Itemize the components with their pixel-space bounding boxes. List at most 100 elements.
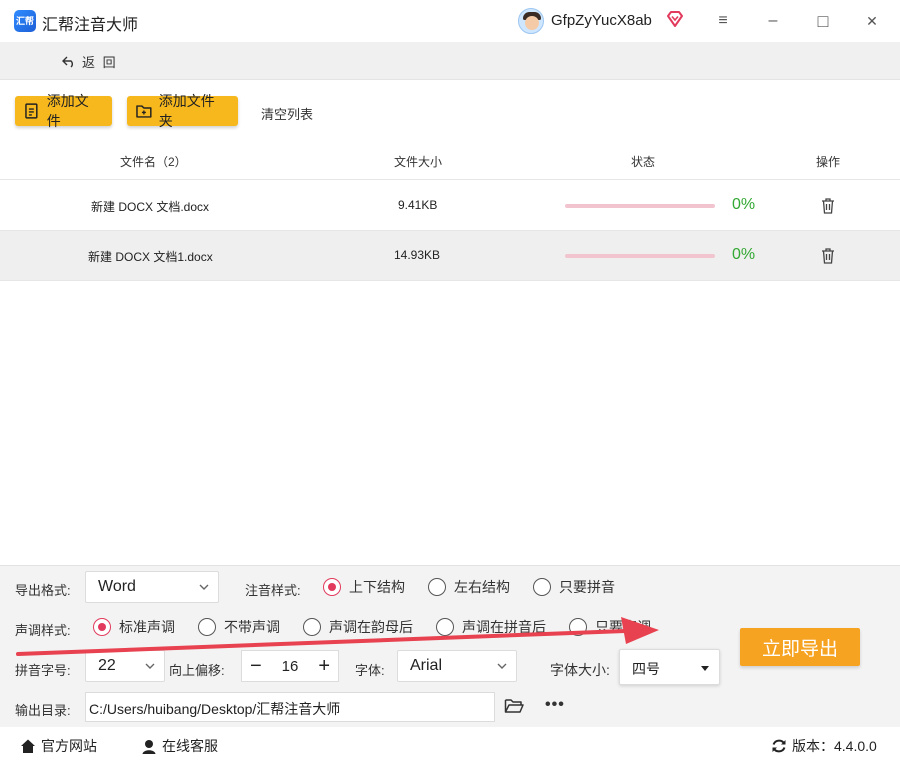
offset-stepper[interactable]: − 16 + <box>241 650 339 682</box>
tone-style-label: 声调样式: <box>15 623 71 638</box>
file-table-header: 文件名（2） 文件大小 状态 操作 <box>0 140 900 180</box>
official-website-link[interactable]: 官方网站 <box>20 736 97 756</box>
font-size-value: 四号 <box>632 661 660 677</box>
support-agent-icon <box>142 740 156 754</box>
back-button[interactable]: 返 回 <box>62 52 118 71</box>
progress-percent: 0% <box>732 246 756 263</box>
tone-option-label: 标准声调 <box>119 619 175 635</box>
column-header-size: 文件大小 <box>394 155 443 169</box>
version-info[interactable]: 版本：4.4.0.0 <box>771 736 877 756</box>
style-option-label: 只要拼音 <box>559 579 615 595</box>
decrement-button[interactable]: − <box>250 656 262 676</box>
add-folder-button[interactable]: 添加文件夹 <box>127 93 238 129</box>
style-option-label: 上下结构 <box>349 579 405 595</box>
tone-option-after-final[interactable]: 声调在韵母后 <box>303 617 413 637</box>
pinyin-size-select[interactable]: 22 <box>85 650 165 682</box>
add-file-label: 添加文件 <box>46 93 89 129</box>
progress-percent: 0% <box>732 196 756 213</box>
offset-label: 向上偏移: <box>169 663 225 678</box>
tone-option-none[interactable]: 不带声调 <box>198 617 280 637</box>
online-support-label: 在线客服 <box>162 738 218 754</box>
title-bar: 汇帮 汇帮注音大师 GfpZyYucX8ab ≡ – □ ✕ <box>0 0 900 42</box>
add-file-button[interactable]: 添加文件 <box>15 93 112 129</box>
column-header-action: 操作 <box>816 155 841 169</box>
app-title: 汇帮注音大师 <box>42 17 139 34</box>
add-folder-icon <box>136 105 152 118</box>
annotation-style-label: 注音样式: <box>245 583 301 598</box>
column-header-name: 文件名（2） <box>120 155 187 169</box>
caret-down-icon <box>701 666 709 671</box>
radio-icon <box>436 618 454 636</box>
add-file-icon <box>25 103 38 119</box>
style-option-label: 左右结构 <box>454 579 510 595</box>
toolbar: 添加文件 添加文件夹 清空列表 <box>0 80 900 140</box>
open-folder-icon[interactable] <box>504 697 524 715</box>
online-support-link[interactable]: 在线客服 <box>141 736 218 756</box>
file-size: 14.93KB <box>394 248 441 262</box>
clear-list-button[interactable]: 清空列表 <box>261 104 313 123</box>
footer-bar: 官方网站 在线客服 版本：4.4.0.0 <box>0 727 900 760</box>
home-icon <box>21 739 35 753</box>
style-option-top-bottom[interactable]: 上下结构 <box>323 577 405 597</box>
export-format-value: Word <box>98 578 136 595</box>
tone-option-standard[interactable]: 标准声调 <box>93 617 175 637</box>
progress-bar <box>565 204 715 208</box>
close-icon[interactable]: ✕ <box>861 10 883 32</box>
column-header-status: 状态 <box>631 155 656 169</box>
offset-value[interactable]: 16 <box>282 658 299 675</box>
chevron-down-icon <box>199 584 209 590</box>
user-avatar[interactable] <box>518 8 544 34</box>
tone-option-label: 声调在韵母后 <box>329 619 413 635</box>
tone-option-after-pinyin[interactable]: 声调在拼音后 <box>436 617 546 637</box>
refresh-icon <box>772 739 786 753</box>
pinyin-size-value: 22 <box>98 657 116 674</box>
chevron-down-icon <box>145 663 155 669</box>
font-size-select[interactable]: 四号 <box>619 649 720 685</box>
radio-icon <box>533 578 551 596</box>
username[interactable]: GfpZyYucX8ab <box>551 12 652 29</box>
vip-diamond-icon[interactable] <box>666 10 684 28</box>
official-website-label: 官方网站 <box>41 738 97 754</box>
font-size-label: 字体大小: <box>550 662 610 678</box>
progress-bar <box>565 254 715 258</box>
export-format-label: 导出格式: <box>15 583 71 598</box>
style-option-pinyin-only[interactable]: 只要拼音 <box>533 577 615 597</box>
radio-icon <box>323 578 341 596</box>
delete-icon[interactable] <box>820 197 836 215</box>
font-value: Arial <box>410 657 443 674</box>
radio-icon <box>428 578 446 596</box>
radio-icon <box>93 618 111 636</box>
table-row[interactable]: 新建 DOCX 文档.docx 9.41KB 0% <box>0 181 900 231</box>
file-name: 新建 DOCX 文档1.docx <box>88 250 213 264</box>
settings-panel: 导出格式: Word 注音样式: 上下结构 左右结构 只要拼音 声调样式: 标准… <box>0 565 900 727</box>
output-dir-input[interactable]: C:/Users/huibang/Desktop/汇帮注音大师 <box>85 692 495 722</box>
table-row[interactable]: 新建 DOCX 文档1.docx 14.93KB 0% <box>0 231 900 281</box>
minimize-icon[interactable]: – <box>762 10 784 32</box>
file-name: 新建 DOCX 文档.docx <box>91 200 210 214</box>
maximize-icon[interactable]: □ <box>812 10 834 32</box>
tone-option-label: 声调在拼音后 <box>462 619 546 635</box>
back-label: 返 回 <box>82 55 118 70</box>
tone-option-tone-only[interactable]: 只要声调 <box>569 617 651 637</box>
version-label: 版本：4.4.0.0 <box>792 738 877 754</box>
add-folder-label: 添加文件夹 <box>158 93 215 129</box>
file-size: 9.41KB <box>398 198 438 212</box>
back-arrow-icon <box>62 56 73 68</box>
tone-option-label: 只要声调 <box>595 619 651 635</box>
font-select[interactable]: Arial <box>397 650 517 682</box>
radio-icon <box>569 618 587 636</box>
font-label: 字体: <box>355 663 385 678</box>
app-logo-icon: 汇帮 <box>14 10 36 32</box>
export-now-button[interactable]: 立即导出 <box>740 628 860 666</box>
menu-icon[interactable]: ≡ <box>712 10 734 32</box>
more-options-icon[interactable]: ••• <box>545 696 565 714</box>
tone-option-label: 不带声调 <box>224 619 280 635</box>
delete-icon[interactable] <box>820 247 836 265</box>
radio-icon <box>198 618 216 636</box>
export-format-select[interactable]: Word <box>85 571 219 603</box>
increment-button[interactable]: + <box>318 656 330 676</box>
chevron-down-icon <box>497 663 507 669</box>
style-option-left-right[interactable]: 左右结构 <box>428 577 510 597</box>
output-dir-label: 输出目录: <box>15 703 71 718</box>
nav-bar: 返 回 <box>0 42 900 80</box>
